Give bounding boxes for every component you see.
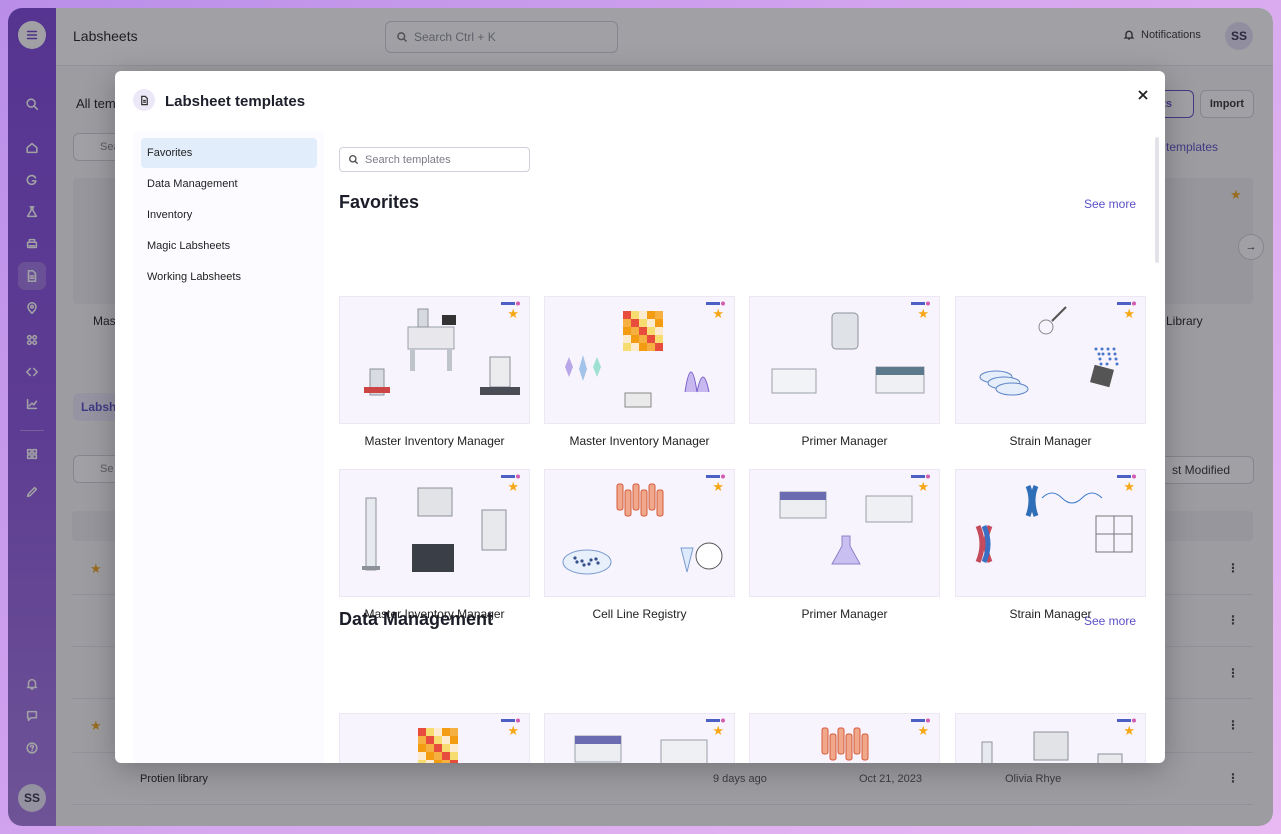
template-search-input[interactable]: Search templates — [339, 147, 530, 172]
template-card[interactable]: ★ Strain Manager — [955, 469, 1146, 621]
template-card-label: Master Inventory Manager — [569, 434, 710, 448]
template-thumbnail: ★ — [749, 713, 940, 763]
search-icon — [349, 155, 359, 165]
template-card-label: Master Inventory Manager — [364, 607, 505, 621]
category-working-labsheets[interactable]: Working Labsheets — [141, 262, 317, 292]
template-illustration — [779, 491, 913, 565]
favorite-star-icon[interactable]: ★ — [712, 480, 724, 493]
template-card[interactable]: ★ — [339, 713, 530, 763]
template-thumbnail: ★ — [955, 469, 1146, 597]
template-card[interactable]: ★ Strain Manager — [955, 296, 1146, 448]
template-card-label: Cell Line Registry — [592, 607, 687, 621]
template-illustration — [362, 487, 507, 572]
document-icon — [133, 89, 155, 111]
category-sidebar: Favorites Data Management Inventory Magi… — [134, 131, 324, 763]
template-card-label: Strain Manager — [1009, 607, 1092, 621]
app-frame: SS Labsheets Search Ctrl + K Notificatio… — [8, 8, 1273, 826]
favorite-star-icon[interactable]: ★ — [917, 724, 929, 737]
favorite-star-icon[interactable]: ★ — [712, 724, 724, 737]
template-thumbnail: ★ — [544, 296, 735, 424]
category-favorites[interactable]: Favorites — [141, 138, 317, 168]
favorite-star-icon[interactable]: ★ — [917, 480, 929, 493]
template-thumbnail: ★ — [749, 296, 940, 424]
modal-scrollbar[interactable] — [1155, 137, 1159, 263]
see-more-favorites[interactable]: See more — [1084, 197, 1136, 211]
favorite-star-icon[interactable]: ★ — [1123, 307, 1135, 320]
favorite-star-icon[interactable]: ★ — [1123, 724, 1135, 737]
template-thumbnail: ★ — [339, 713, 530, 763]
template-card[interactable]: ★ Primer Manager — [749, 469, 940, 621]
modal-title: Labsheet templates — [165, 93, 306, 110]
labsheet-templates-modal: Labsheet templates Favorites Data Manage… — [115, 71, 1165, 763]
template-card[interactable]: ★ — [544, 713, 735, 763]
template-thumbnail: ★ — [955, 296, 1146, 424]
favorite-star-icon[interactable]: ★ — [507, 307, 519, 320]
favorite-star-icon[interactable]: ★ — [507, 724, 519, 737]
template-search-placeholder: Search templates — [365, 153, 451, 166]
template-content: Search templates Favorites See more Data… — [339, 131, 1155, 763]
favorite-star-icon[interactable]: ★ — [712, 307, 724, 320]
favorite-star-icon[interactable]: ★ — [507, 480, 519, 493]
template-illustration — [771, 312, 925, 394]
template-thumbnail: ★ — [955, 713, 1146, 763]
template-card[interactable]: ★ Master Inventory Manager — [339, 296, 530, 448]
template-thumbnail: ★ — [749, 469, 940, 597]
template-illustration — [565, 311, 710, 408]
template-card-label: Primer Manager — [801, 434, 888, 448]
favorite-star-icon[interactable]: ★ — [917, 307, 929, 320]
template-card-label: Master Inventory Manager — [364, 434, 505, 448]
template-card[interactable]: ★ Cell Line Registry — [544, 469, 735, 621]
favorite-star-icon[interactable]: ★ — [1123, 480, 1135, 493]
template-card[interactable]: ★ — [955, 713, 1146, 763]
template-card[interactable]: ★ — [749, 713, 940, 763]
template-card-label: Primer Manager — [801, 607, 888, 621]
template-card[interactable]: ★ Primer Manager — [749, 296, 940, 448]
template-card[interactable]: ★ Master Inventory Manager — [544, 296, 735, 448]
section-title-favorites: Favorites — [339, 192, 420, 212]
template-illustration — [979, 306, 1119, 396]
category-inventory[interactable]: Inventory — [141, 200, 317, 230]
template-card[interactable]: ★ Master Inventory Manager — [339, 469, 530, 621]
template-thumbnail: ★ — [339, 296, 530, 424]
category-data-management[interactable]: Data Management — [141, 169, 317, 199]
template-illustration — [562, 483, 723, 575]
template-card-label: Strain Manager — [1009, 434, 1092, 448]
category-magic-labsheets[interactable]: Magic Labsheets — [141, 231, 317, 261]
template-thumbnail: ★ — [339, 469, 530, 597]
template-thumbnail: ★ — [544, 469, 735, 597]
template-thumbnail: ★ — [544, 713, 735, 763]
close-icon[interactable] — [1133, 85, 1153, 105]
template-illustration — [364, 308, 520, 396]
template-illustration — [975, 485, 1133, 564]
